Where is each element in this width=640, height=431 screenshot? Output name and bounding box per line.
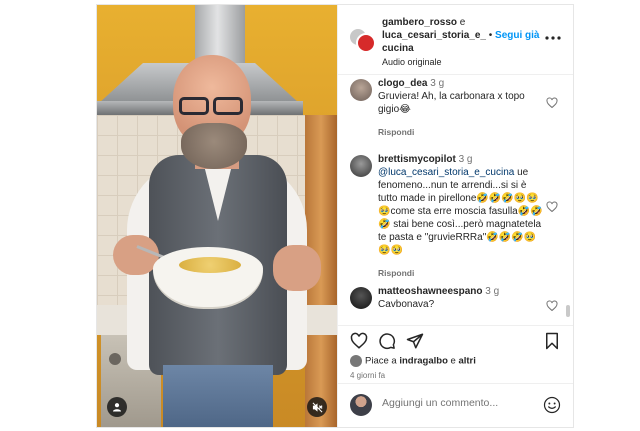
user-tag-button[interactable] — [107, 397, 127, 417]
post-header: gambero_rosso e luca_cesari_storia_e_ • … — [338, 5, 573, 75]
likes-others[interactable]: altri — [458, 356, 475, 367]
comment-input[interactable] — [382, 397, 522, 409]
instagram-post: gambero_rosso e luca_cesari_storia_e_ • … — [96, 4, 574, 428]
heart-icon[interactable] — [350, 332, 368, 350]
comment-body: matteoshawneespano 3 g Cavbonava? — [378, 285, 548, 311]
avatar[interactable] — [350, 155, 372, 177]
comment-time[interactable]: 3 g — [459, 154, 473, 165]
pasta — [179, 257, 241, 273]
comment-time[interactable]: 3 g — [430, 78, 444, 89]
avatar — [350, 355, 362, 367]
chef-beard — [181, 123, 247, 169]
likes-prefix: Piace a — [365, 355, 400, 367]
reply-button[interactable]: Rispondi — [378, 267, 548, 280]
mute-button[interactable] — [307, 397, 327, 417]
reply-button[interactable]: Rispondi — [378, 126, 548, 139]
post-actions: Piace a indragalbo e altri 4 giorni fa — [338, 325, 573, 380]
chef-jeans — [163, 365, 273, 427]
avatar — [350, 394, 372, 416]
likes-middle: e — [447, 355, 459, 367]
comment-username[interactable]: clogo_dea — [378, 78, 427, 89]
share-icon[interactable] — [406, 332, 424, 350]
comment-icon[interactable] — [378, 332, 396, 350]
comment-body: clogo_dea 3 g Gruviera! Ah, la carbonara… — [378, 77, 548, 139]
separator: • — [485, 30, 496, 41]
chef-glasses — [177, 97, 247, 117]
post-authors: gambero_rosso e luca_cesari_storia_e_ • … — [382, 16, 550, 69]
heart-icon[interactable] — [546, 97, 558, 109]
add-comment-bar — [338, 383, 573, 427]
more-options-button[interactable] — [545, 27, 561, 43]
comment-text: Cavbonava? — [378, 299, 435, 310]
oven-knob — [109, 353, 121, 365]
comment-text: Gruviera! Ah, la carbonara x topo gigio😂 — [378, 91, 525, 115]
author-link-tail[interactable]: cucina — [382, 43, 414, 54]
emoji-icon[interactable] — [543, 396, 561, 414]
heart-icon[interactable] — [546, 300, 558, 312]
heart-icon[interactable] — [546, 201, 558, 213]
likes-summary[interactable]: Piace a indragalbo e altri — [350, 355, 476, 367]
avatar[interactable] — [350, 287, 372, 309]
scrollbar[interactable] — [566, 305, 570, 317]
post-date[interactable]: 4 giorni fa — [350, 371, 385, 380]
person-icon — [113, 403, 121, 412]
comment-username[interactable]: matteoshawneespano — [378, 286, 482, 297]
comments-list[interactable]: clogo_dea 3 g Gruviera! Ah, la carbonara… — [338, 75, 573, 325]
bookmark-icon[interactable] — [543, 332, 561, 350]
comment-time[interactable]: 3 g — [485, 286, 499, 297]
author-link[interactable]: luca_cesari_storia_e_ — [382, 30, 486, 41]
comment-text: ue fenomeno...nun te arrendi...si si è t… — [378, 167, 543, 256]
authors-joiner: e — [457, 17, 466, 28]
reel-video[interactable] — [97, 5, 337, 427]
author-link[interactable]: gambero_rosso — [382, 17, 457, 28]
post-side-panel: gambero_rosso e luca_cesari_storia_e_ • … — [337, 5, 573, 427]
gambero-rosso-logo-icon — [356, 33, 376, 53]
speaker-muted-icon — [312, 402, 323, 412]
liker-username[interactable]: indragalbo — [399, 356, 448, 367]
comment-body: brettismycopilot 3 g @luca_cesari_storia… — [378, 153, 548, 280]
avatar[interactable] — [350, 79, 372, 101]
audio-label[interactable]: Audio originale — [382, 56, 550, 69]
more-horizontal-icon — [545, 36, 561, 40]
comment-username[interactable]: brettismycopilot — [378, 154, 456, 165]
following-button[interactable]: Segui già — [495, 30, 539, 41]
mention-link[interactable]: @luca_cesari_storia_e_cucina — [378, 167, 514, 178]
author-avatars[interactable] — [348, 27, 376, 53]
chef-right-hand — [273, 245, 321, 291]
